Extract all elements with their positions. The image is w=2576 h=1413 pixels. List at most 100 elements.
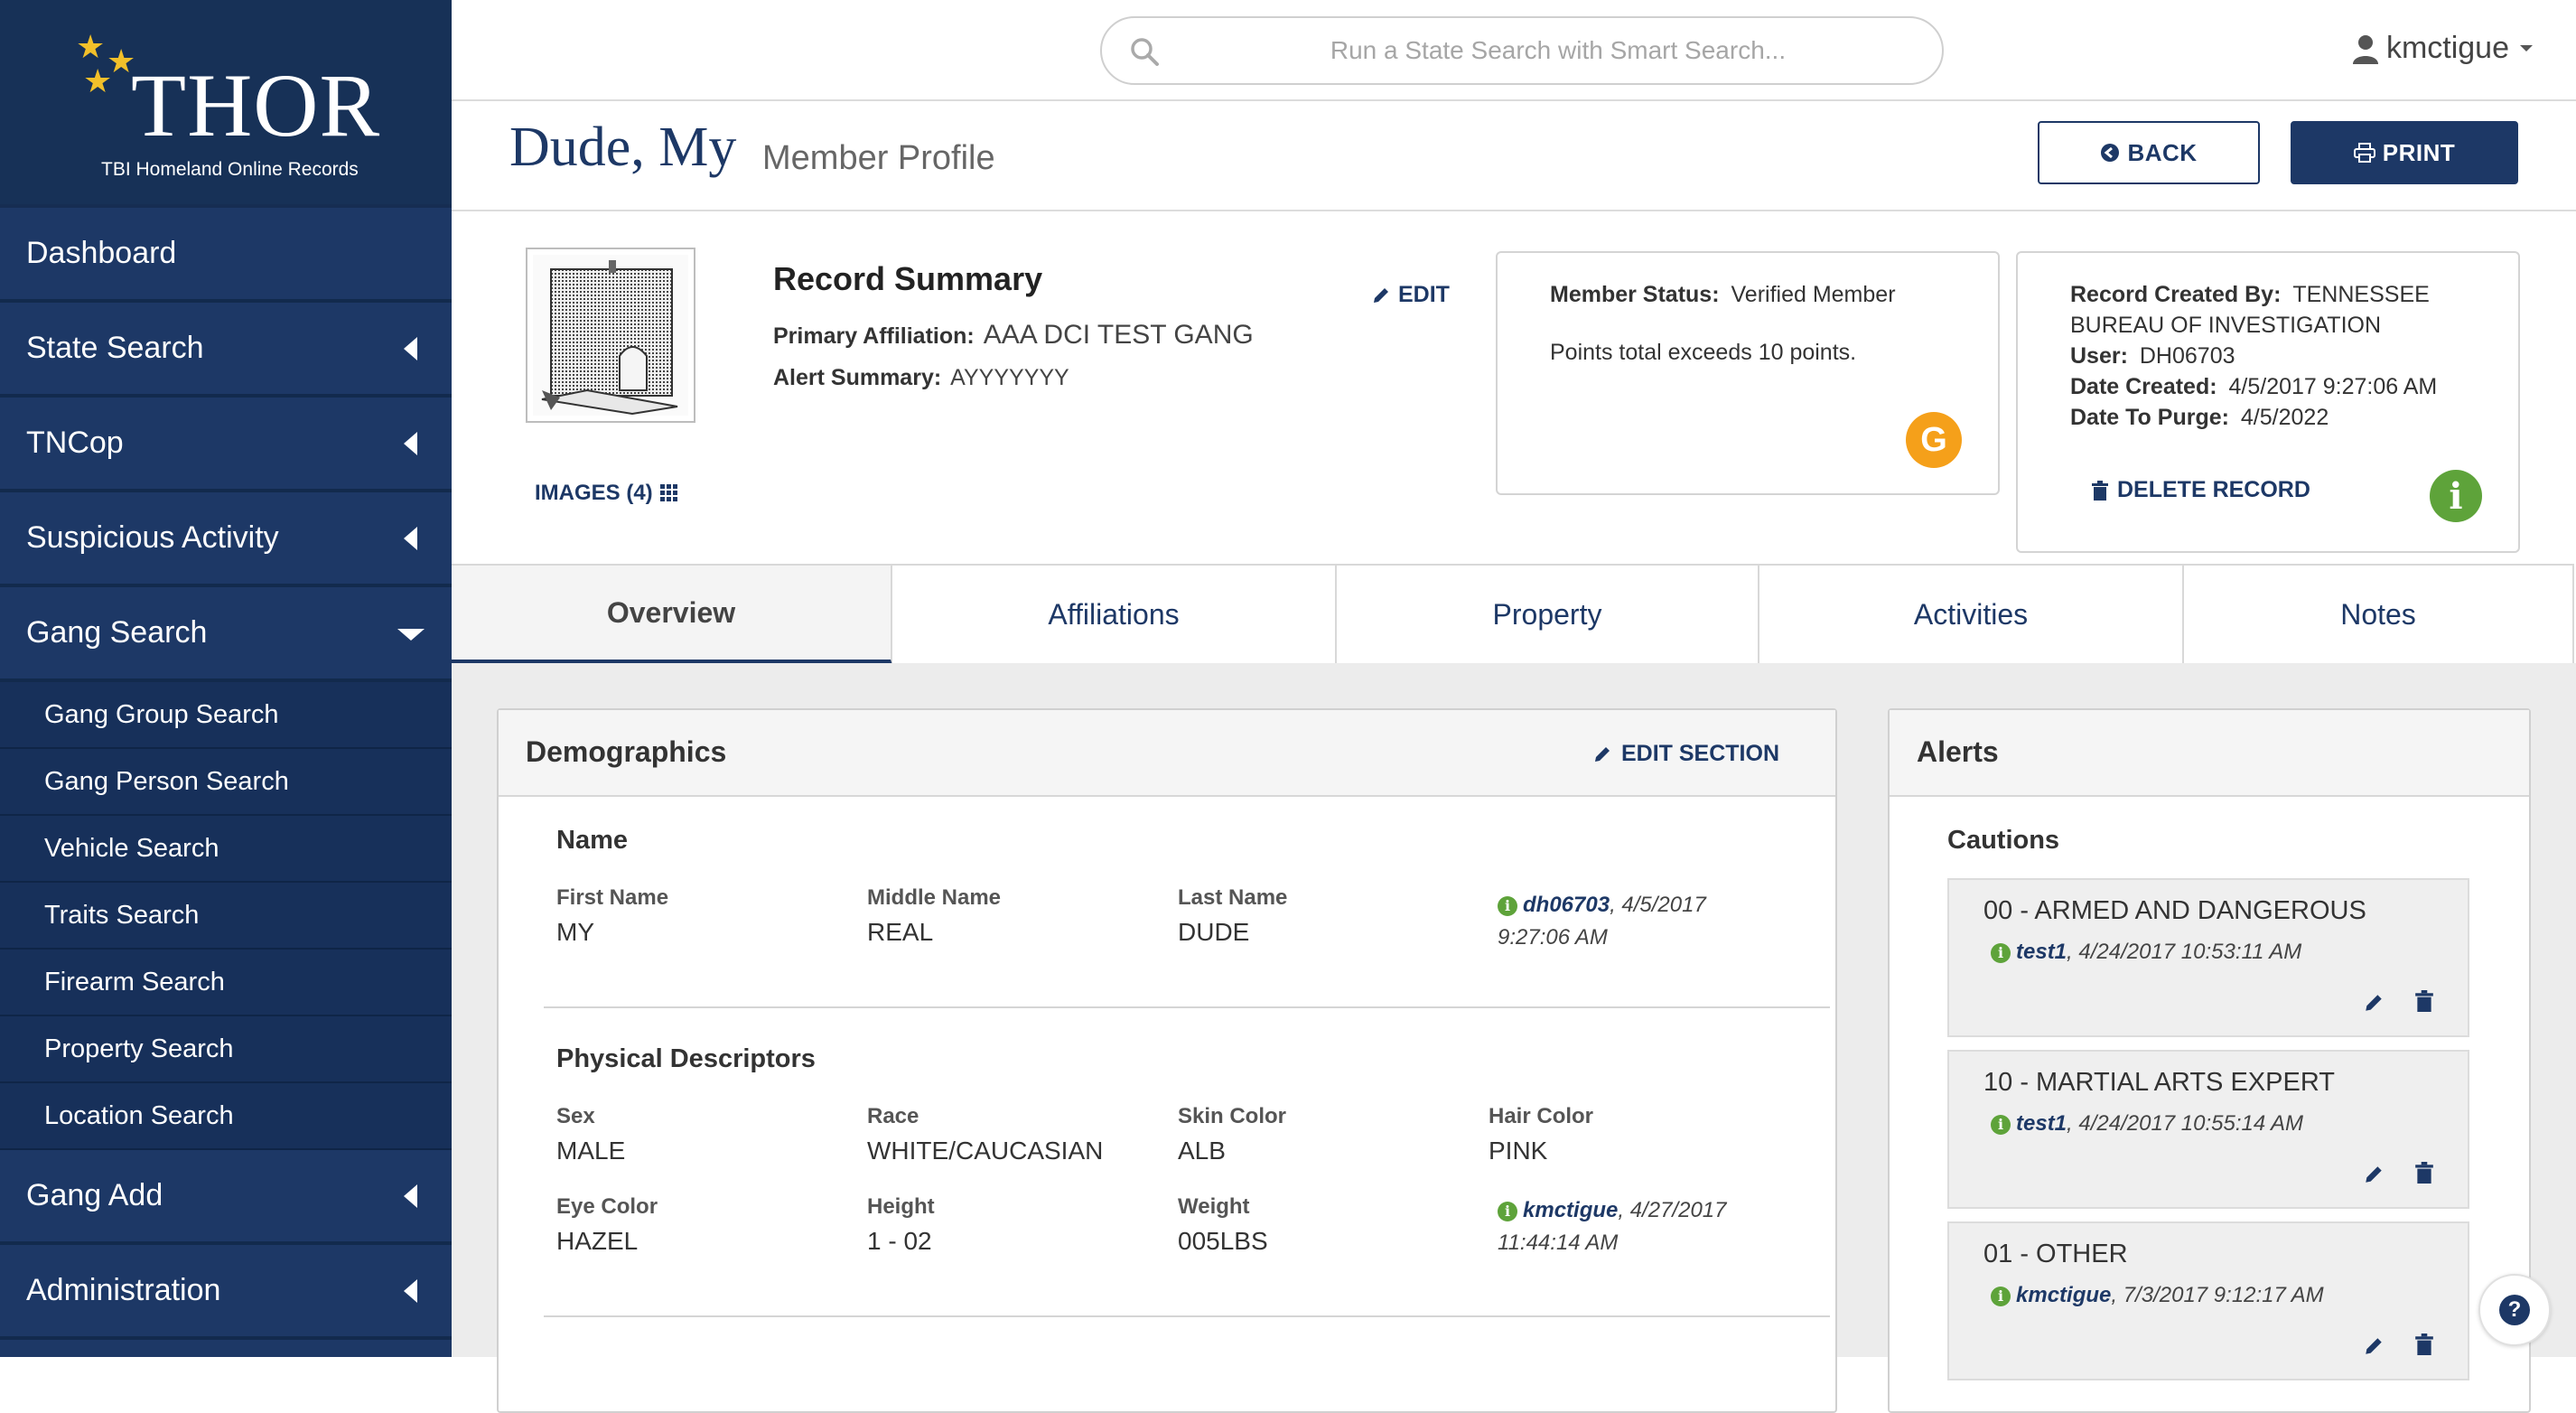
eye-color-label: Eye Color: [556, 1194, 658, 1219]
audit-user[interactable]: kmctigue: [1523, 1198, 1618, 1222]
first-name-value: MY: [556, 918, 594, 946]
gang-badge: G: [1906, 412, 1962, 468]
date-created-value: 4/5/2017 9:27:06 AM: [2228, 374, 2438, 399]
trash-icon[interactable]: [2415, 990, 2433, 1012]
skin-color-value: ALB: [1178, 1137, 1226, 1165]
first-name-label: First Name: [556, 885, 669, 910]
height-label: Height: [867, 1194, 935, 1219]
middle-name-value: REAL: [867, 918, 934, 946]
smart-search-box[interactable]: [1100, 16, 1944, 85]
sidebar-item-suspicious-activity[interactable]: Suspicious Activity: [0, 492, 452, 587]
caret-left-icon: [404, 526, 417, 550]
last-name-label: Last Name: [1178, 885, 1288, 910]
tab-property[interactable]: Property: [1337, 566, 1759, 665]
record-summary-section: IMAGES (4) Record Summary Primary Affili…: [452, 211, 2576, 564]
print-button-label: PRINT: [2382, 138, 2456, 166]
sidebar-subitem-label: Location Search: [44, 1100, 234, 1130]
tab-overview[interactable]: Overview: [452, 566, 892, 665]
info-icon: i: [1498, 895, 1517, 916]
page-title: Dude, My: [509, 117, 737, 178]
physical-audit: i kmctigue, 4/27/2017 11:44:14 AM: [1498, 1194, 1726, 1259]
member-status-card: Member Status: Verified Member Points to…: [1496, 251, 2000, 495]
sidebar-item-label: Suspicious Activity: [26, 520, 279, 555]
pencil-icon[interactable]: [2363, 1164, 2385, 1185]
delete-record-button[interactable]: DELETE RECORD: [2092, 477, 2310, 503]
thor-logo[interactable]: ★ ★ ★ THOR TBI Homeland Online Records: [0, 0, 452, 208]
last-name-value: DUDE: [1178, 918, 1250, 946]
created-by-row: Record Created By: TENNESSEE: [2070, 282, 2430, 308]
star-icon: ★: [83, 62, 113, 99]
pencil-icon[interactable]: [2363, 1335, 2385, 1357]
images-link[interactable]: IMAGES (4): [535, 481, 678, 506]
alert-audit-date: , 4/24/2017 10:53:11 AM: [2067, 940, 2302, 964]
sidebar-subitem-gang-group-search[interactable]: Gang Group Search: [0, 682, 452, 749]
sidebar-item-gang-add[interactable]: Gang Add: [0, 1150, 452, 1245]
tab-activities[interactable]: Activities: [1759, 566, 2184, 665]
edit-summary-button[interactable]: EDIT: [1371, 282, 1450, 308]
trash-icon[interactable]: [2415, 1333, 2433, 1355]
alert-item: 10 - MARTIAL ARTS EXPERT i test1, 4/24/20…: [1947, 1050, 2469, 1209]
caret-left-icon: [404, 431, 417, 455]
created-by-value-1: TENNESSEE: [2292, 282, 2430, 307]
name-audit: i dh06703, 4/5/2017 9:27:06 AM: [1498, 889, 1706, 954]
sidebar-subitem-location-search[interactable]: Location Search: [0, 1083, 452, 1150]
back-circle-icon: [2101, 144, 2120, 162]
sex-label: Sex: [556, 1104, 595, 1128]
alert-title: 10 - MARTIAL ARTS EXPERT: [1983, 1068, 2335, 1097]
user-row: User: DH06703: [2070, 343, 2235, 370]
divider: [544, 1006, 1830, 1008]
trash-icon[interactable]: [2415, 1162, 2433, 1184]
sidebar-subitem-label: Vehicle Search: [44, 833, 219, 863]
edit-label: EDIT: [1398, 282, 1450, 307]
alert-audit-user[interactable]: kmctigue: [2016, 1283, 2111, 1307]
alert-summary-label: Alert Summary:: [773, 365, 942, 390]
audit-time: 9:27:06 AM: [1498, 925, 1608, 950]
sidebar-item-state-search[interactable]: State Search: [0, 303, 452, 398]
print-button[interactable]: PRINT: [2291, 121, 2518, 184]
help-button[interactable]: ?: [2478, 1274, 2551, 1346]
member-photo[interactable]: [526, 248, 695, 423]
sidebar-subitem-property-search[interactable]: Property Search: [0, 1016, 452, 1083]
sidebar-subitem-label: Firearm Search: [44, 967, 225, 997]
race-value: WHITE/CAUCASIAN: [867, 1137, 1104, 1165]
edit-section-button[interactable]: EDIT SECTION: [1592, 741, 1779, 767]
alerts-header: Alerts: [1890, 710, 2529, 797]
points-note: Points total exceeds 10 points.: [1550, 340, 1857, 365]
skin-color-label: Skin Color: [1178, 1104, 1287, 1128]
sidebar-subitem-firearm-search[interactable]: Firearm Search: [0, 950, 452, 1016]
back-button[interactable]: BACK: [2038, 121, 2260, 184]
search-icon: [1131, 38, 1159, 66]
top-bar: kmctigue: [452, 0, 2576, 101]
sidebar-subitem-gang-person-search[interactable]: Gang Person Search: [0, 749, 452, 816]
tab-notes[interactable]: Notes: [2184, 566, 2574, 665]
alert-audit-user[interactable]: test1: [2016, 1111, 2067, 1136]
sidebar-subitem-label: Traits Search: [44, 900, 200, 930]
alert-summary-row: Alert Summary: AYYYYYYY: [773, 365, 1069, 391]
tab-affiliations[interactable]: Affiliations: [892, 566, 1337, 665]
info-icon[interactable]: i: [2430, 470, 2482, 522]
sidebar-item-administration[interactable]: Administration: [0, 1245, 452, 1340]
caret-down-icon: [397, 628, 425, 641]
sidebar-item-tncop[interactable]: TNCop: [0, 398, 452, 492]
profile-tabs: Overview Affiliations Property Activitie…: [452, 564, 2574, 665]
record-summary-title: Record Summary: [773, 260, 1043, 297]
user-menu[interactable]: kmctigue: [2352, 31, 2533, 66]
member-status-label: Member Status:: [1550, 282, 1720, 307]
pencil-icon[interactable]: [2363, 992, 2385, 1014]
user-label: User:: [2070, 343, 2128, 369]
hair-color-label: Hair Color: [1489, 1104, 1594, 1128]
date-created-label: Date Created:: [2070, 374, 2217, 399]
member-status-row: Member Status: Verified Member: [1550, 282, 1896, 308]
sidebar-subitem-vehicle-search[interactable]: Vehicle Search: [0, 816, 452, 883]
sidebar-item-gang-search[interactable]: Gang Search: [0, 587, 452, 682]
trash-icon: [2092, 480, 2108, 501]
info-icon: i: [1991, 942, 2011, 963]
audit-user[interactable]: dh06703: [1523, 893, 1610, 917]
alerts-panel: Alerts Cautions 00 - ARMED AND DANGEROUS…: [1888, 708, 2531, 1413]
smart-search-input[interactable]: [1210, 33, 1906, 69]
sidebar-item-dashboard[interactable]: Dashboard: [0, 208, 452, 303]
sidebar-subitem-traits-search[interactable]: Traits Search: [0, 883, 452, 950]
alert-audit-date: , 4/24/2017 10:55:14 AM: [2067, 1111, 2304, 1136]
alert-summary-value: AYYYYYYY: [950, 365, 1069, 390]
alert-audit-user[interactable]: test1: [2016, 940, 2067, 964]
